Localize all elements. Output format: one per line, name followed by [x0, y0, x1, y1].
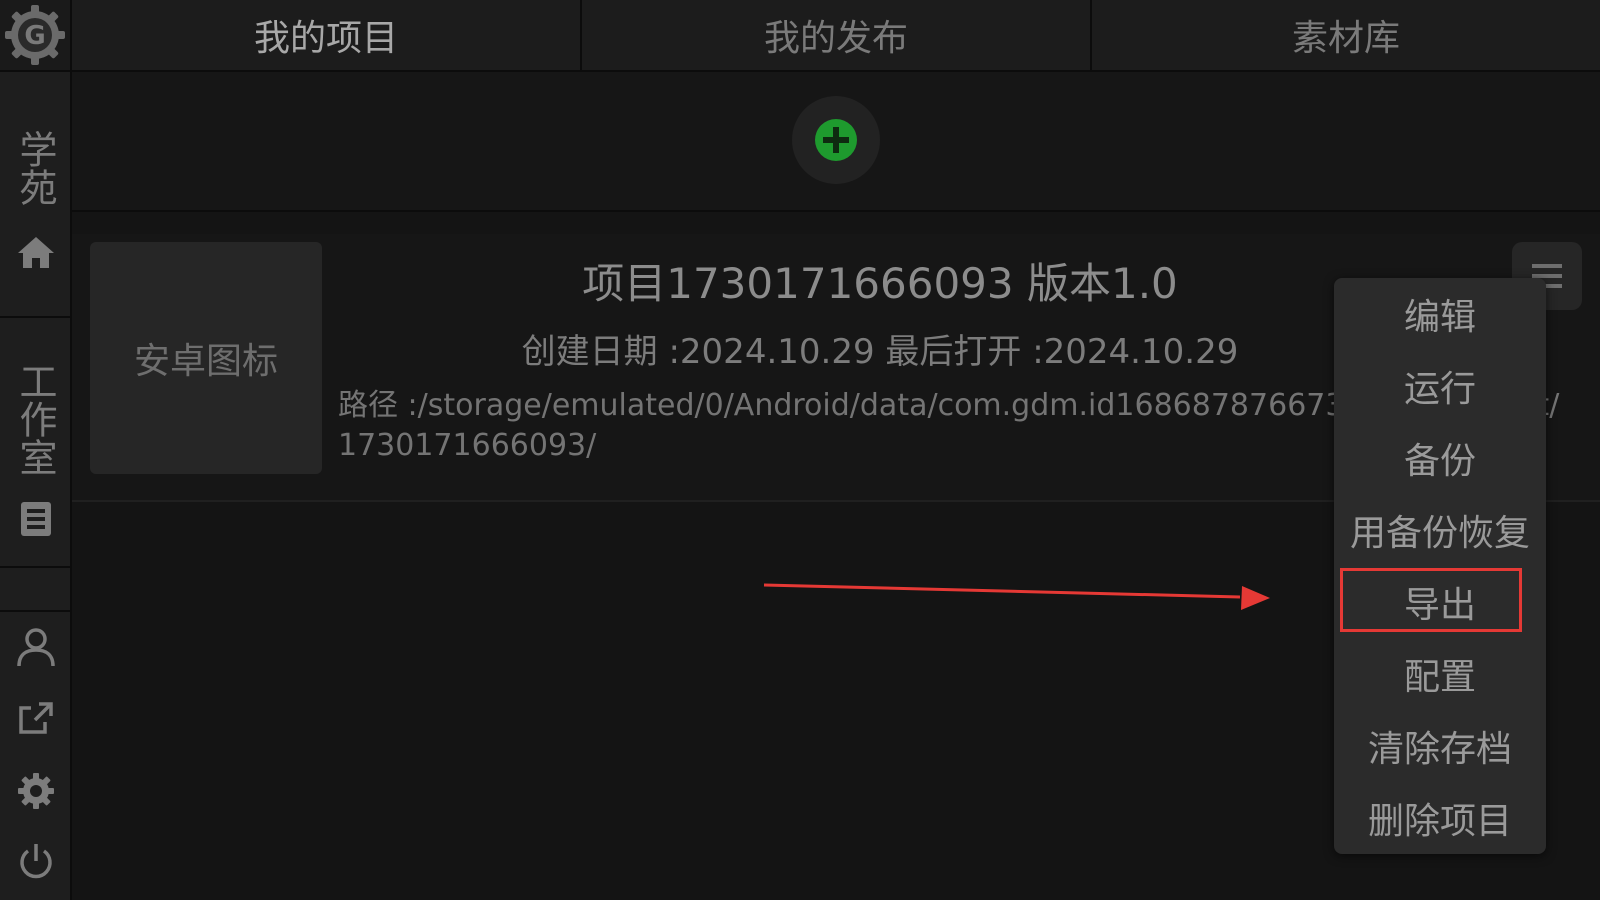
project-title: 项目1730171666093 版本1.0	[582, 259, 1178, 308]
gear-icon[interactable]	[15, 770, 57, 812]
menu-item-edit[interactable]: 编辑	[1334, 284, 1546, 344]
project-context-menu: 编辑 运行 备份 用备份恢复 导出 配置 清除存档 删除项目	[1334, 278, 1546, 854]
svg-text:G: G	[24, 21, 45, 51]
annotation-arrow-icon	[763, 583, 1270, 610]
share-icon[interactable]	[15, 696, 57, 738]
app-logo[interactable]: G	[0, 0, 70, 72]
tab-bar: 我的项目 我的发布 素材库	[72, 0, 1600, 72]
academy-label: 学苑	[13, 130, 57, 206]
menu-item-clear-saves[interactable]: 清除存档	[1334, 716, 1546, 776]
studio-label: 工作室	[13, 362, 57, 476]
user-icon[interactable]	[15, 626, 57, 668]
sidebar-item-academy[interactable]: 学苑	[0, 130, 70, 206]
add-project-button[interactable]	[792, 96, 880, 184]
menu-item-config[interactable]: 配置	[1334, 644, 1546, 704]
plus-circle-icon	[815, 119, 857, 161]
menu-item-backup[interactable]: 备份	[1334, 428, 1546, 488]
tab-my-projects[interactable]: 我的项目	[72, 0, 582, 70]
menu-item-run[interactable]: 运行	[1334, 356, 1546, 416]
document-icon	[21, 502, 51, 536]
export-highlight-box	[1340, 568, 1522, 632]
menu-item-restore-backup[interactable]: 用备份恢复	[1334, 500, 1546, 560]
project-dates: 创建日期 :2024.10.29 最后打开 :2024.10.29	[521, 332, 1239, 372]
tab-asset-library[interactable]: 素材库	[1092, 0, 1600, 70]
menu-item-delete-project[interactable]: 删除项目	[1334, 788, 1546, 848]
sidebar: G 学苑 工作室	[0, 0, 72, 900]
add-project-bar	[72, 72, 1600, 212]
gear-logo-icon: G	[5, 5, 65, 65]
home-icon	[18, 237, 54, 268]
project-icon-placeholder: 安卓图标	[90, 242, 322, 474]
power-icon[interactable]	[15, 840, 57, 882]
tab-my-publications[interactable]: 我的发布	[582, 0, 1092, 70]
sidebar-item-studio[interactable]: 工作室	[0, 362, 70, 476]
